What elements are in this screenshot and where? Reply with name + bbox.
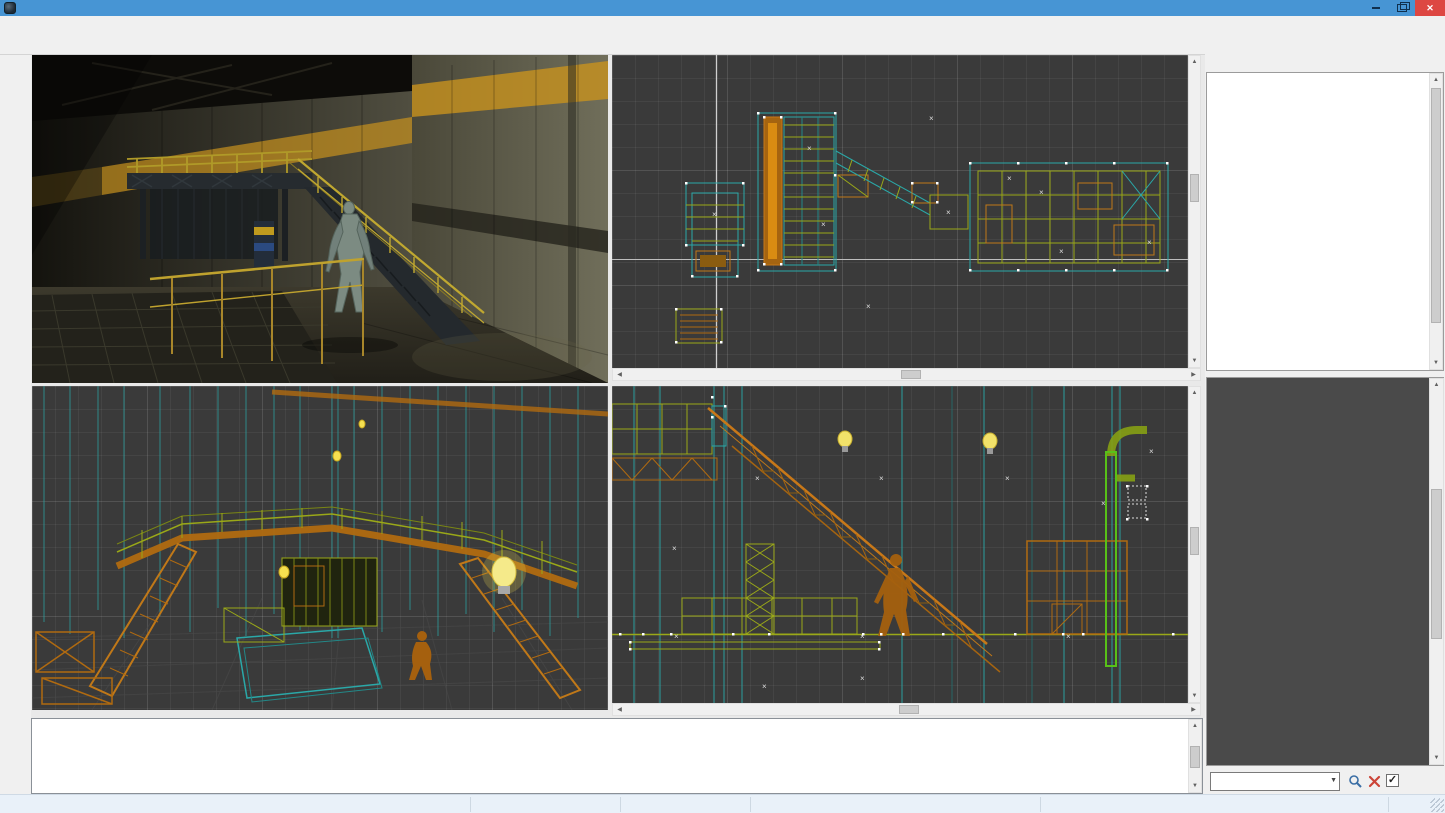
search-combobox[interactable]: ▼ bbox=[1210, 772, 1340, 791]
asset-search-row: ▼ ✓ bbox=[1206, 771, 1444, 794]
svg-text:×: × bbox=[712, 210, 717, 219]
perspective-wire-scene bbox=[32, 386, 608, 710]
leadwerks-editor-window: { "window": { "title": "Leadwerks - C:/U… bbox=[0, 0, 1445, 813]
front-xy-vscroll[interactable]: ▲▼ bbox=[1188, 386, 1201, 703]
assets-vscroll[interactable]: ▲▼ bbox=[1429, 378, 1444, 765]
resize-grip[interactable] bbox=[1430, 798, 1444, 812]
top-xz-scene: × × × × × × × × × × bbox=[612, 55, 1188, 368]
close-button[interactable]: ✕ bbox=[1415, 0, 1445, 16]
viewport-perspective-wire[interactable] bbox=[32, 386, 608, 710]
minimize-button[interactable] bbox=[1363, 0, 1389, 16]
viewport-perspective-render[interactable] bbox=[32, 55, 608, 383]
svg-text:×: × bbox=[807, 144, 812, 153]
chevron-down-icon: ▼ bbox=[1330, 777, 1337, 784]
svg-text:×: × bbox=[821, 220, 826, 229]
svg-text:×: × bbox=[1007, 174, 1012, 183]
search-icon bbox=[1348, 774, 1363, 789]
title-bar[interactable]: ✕ bbox=[0, 0, 1445, 16]
svg-text:×: × bbox=[674, 632, 679, 641]
status-bar bbox=[0, 794, 1445, 813]
clear-icon bbox=[1368, 775, 1381, 788]
app-icon bbox=[4, 2, 16, 14]
console-log[interactable] bbox=[31, 718, 1203, 794]
svg-text:×: × bbox=[1066, 632, 1071, 641]
svg-text:×: × bbox=[946, 208, 951, 217]
restore-button[interactable] bbox=[1389, 0, 1415, 16]
svg-text:×: × bbox=[929, 114, 934, 123]
top-xz-hscroll[interactable]: ◀▶ bbox=[612, 368, 1201, 381]
right-panel: ▲▼ ▲▼ ▼ ✓ bbox=[1205, 54, 1445, 794]
main-toolbar bbox=[0, 33, 1445, 55]
front-xy-hscroll[interactable]: ◀▶ bbox=[612, 703, 1201, 716]
asset-browser[interactable] bbox=[1206, 377, 1444, 766]
viewport-front-xy[interactable]: × × × × × × × × × × × bbox=[612, 386, 1188, 703]
asset-tree[interactable] bbox=[1206, 72, 1444, 371]
menu-bar bbox=[0, 16, 1445, 33]
svg-text:×: × bbox=[1149, 447, 1154, 456]
svg-text:×: × bbox=[879, 474, 884, 483]
perspective-render-scene bbox=[32, 55, 608, 383]
clear-search-button[interactable] bbox=[1364, 771, 1384, 792]
front-xy-scene: × × × × × × × × × × × bbox=[612, 386, 1188, 703]
svg-text:×: × bbox=[1059, 247, 1064, 256]
search-input[interactable] bbox=[1213, 774, 1329, 791]
restore-icon bbox=[1397, 4, 1407, 12]
recursive-checkbox[interactable]: ✓ bbox=[1386, 774, 1399, 787]
svg-text:×: × bbox=[1101, 499, 1106, 508]
search-button[interactable] bbox=[1345, 771, 1365, 792]
svg-text:×: × bbox=[755, 474, 760, 483]
viewport-top-xz[interactable]: × × × × × × × × × × bbox=[612, 55, 1188, 368]
console-vscroll[interactable]: ▲▼ bbox=[1188, 719, 1202, 793]
viewport-area: × × × × × × × × × × ▲▼ ◀▶ bbox=[31, 55, 1205, 718]
svg-text:×: × bbox=[762, 682, 767, 691]
svg-text:×: × bbox=[866, 302, 871, 311]
svg-text:×: × bbox=[860, 674, 865, 683]
shape-toolbar bbox=[0, 55, 31, 718]
close-icon: ✕ bbox=[1426, 3, 1434, 14]
svg-text:×: × bbox=[860, 632, 865, 641]
minimize-icon bbox=[1372, 7, 1380, 9]
svg-text:×: × bbox=[1039, 188, 1044, 197]
svg-text:×: × bbox=[672, 544, 677, 553]
top-xz-vscroll[interactable]: ▲▼ bbox=[1188, 55, 1201, 368]
tree-vscroll[interactable]: ▲▼ bbox=[1429, 73, 1443, 370]
svg-text:×: × bbox=[1005, 474, 1010, 483]
svg-text:×: × bbox=[1147, 238, 1152, 247]
